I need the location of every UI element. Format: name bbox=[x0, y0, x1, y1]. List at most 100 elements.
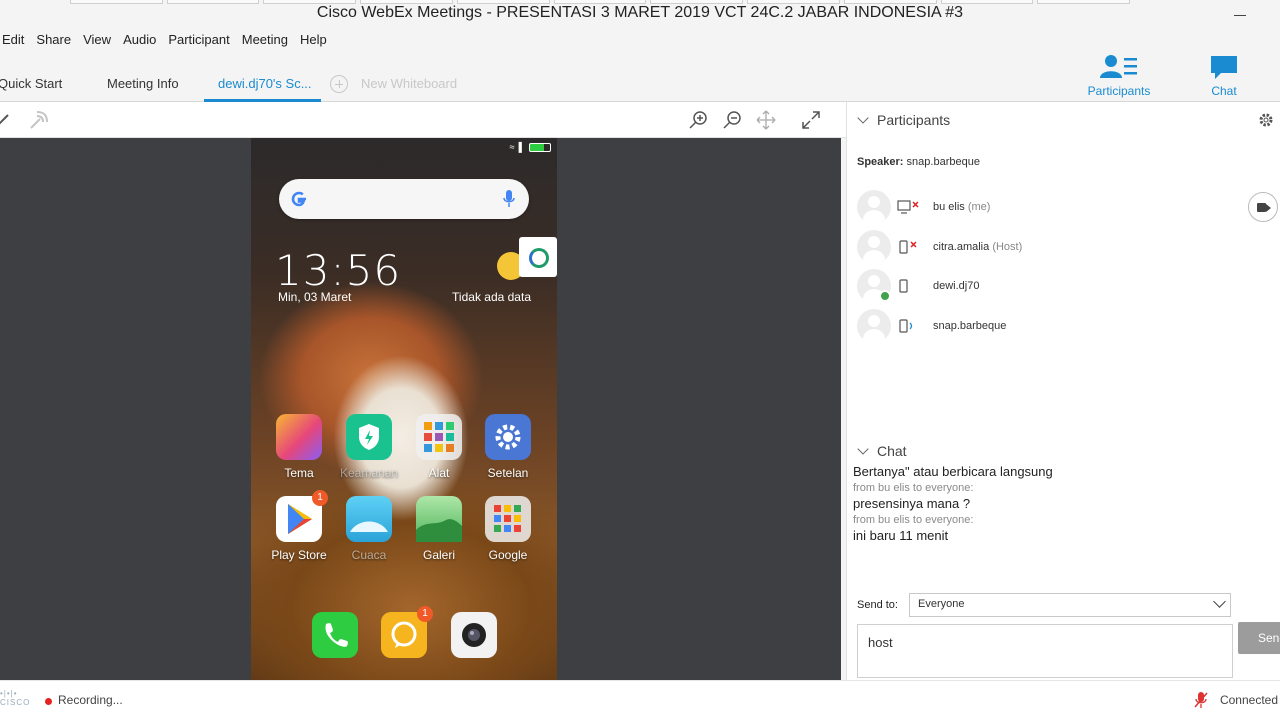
participant-row[interactable]: citra.amalia (Host) bbox=[857, 229, 1277, 270]
minimize-button[interactable] bbox=[1232, 6, 1248, 22]
participants-icon bbox=[1100, 55, 1137, 78]
fullscreen-icon[interactable] bbox=[800, 109, 822, 131]
status-bar: •|•|• CISCO Recording... Connected bbox=[0, 680, 1280, 720]
phone-dialer-icon[interactable] bbox=[312, 612, 358, 658]
chevron-down-icon bbox=[857, 443, 869, 455]
participants-header[interactable]: Participants bbox=[857, 112, 951, 128]
battery-icon bbox=[529, 142, 551, 152]
chat-panel-label: Chat bbox=[1211, 84, 1237, 98]
app-label-tema: Tema bbox=[284, 466, 314, 480]
presenter-status-icon bbox=[879, 290, 891, 302]
participant-name: bu elis (me) bbox=[933, 201, 991, 213]
computer-audio-muted-icon bbox=[897, 200, 919, 214]
wifi-icon: ≈ bbox=[509, 142, 515, 152]
phone-clock: 13:56 bbox=[275, 246, 402, 295]
play-store-badge: 1 bbox=[312, 490, 328, 506]
menu-edit[interactable]: Edit bbox=[0, 30, 30, 52]
avatar bbox=[857, 190, 891, 224]
messages-badge: 1 bbox=[417, 606, 433, 622]
video-camera-button[interactable] bbox=[1248, 192, 1278, 222]
speaker-label: Speaker: bbox=[857, 156, 904, 168]
google-search-bar[interactable] bbox=[279, 179, 529, 219]
phone-date: Min, 03 Maret bbox=[278, 290, 352, 304]
pan-move-icon[interactable] bbox=[755, 109, 777, 131]
participants-panel-label: Participants bbox=[1087, 84, 1151, 98]
chat-log[interactable]: Bertanya" atau berbicara langsung from b… bbox=[853, 464, 1253, 564]
webex-floating-icon[interactable] bbox=[519, 237, 557, 277]
gear-icon[interactable] bbox=[1258, 112, 1274, 128]
chat-header-label: Chat bbox=[877, 443, 907, 459]
cisco-logo-bars: •|•|• bbox=[0, 689, 18, 698]
chat-message: Bertanya" atau berbicara langsung bbox=[853, 464, 1053, 479]
send-button[interactable]: Send bbox=[1238, 622, 1280, 654]
tab-shared-screen[interactable]: dewi.dj70's Sc... bbox=[204, 76, 321, 102]
speaker-name: snap.barbeque bbox=[906, 156, 980, 168]
tools-app-icon[interactable] bbox=[416, 414, 462, 460]
participant-row[interactable]: dewi.dj70 bbox=[857, 269, 1277, 309]
tab-new-whiteboard[interactable]: New Whiteboard bbox=[361, 76, 457, 102]
menu-help[interactable]: Help bbox=[294, 30, 333, 52]
menu-view[interactable]: View bbox=[77, 30, 117, 52]
settings-app-icon[interactable] bbox=[485, 414, 531, 460]
signal-icon: ▌ bbox=[518, 142, 525, 152]
menu-bar: Edit Share View Audio Participant Meetin… bbox=[0, 30, 333, 52]
phone-speaking-icon bbox=[899, 318, 913, 333]
phone-status-bar: ≈ ▌ bbox=[510, 142, 551, 152]
remote-control-icon[interactable] bbox=[28, 109, 50, 131]
avatar bbox=[857, 229, 891, 264]
add-tab-icon[interactable] bbox=[330, 75, 348, 93]
phone-icon bbox=[899, 279, 908, 293]
chat-input[interactable]: host bbox=[857, 624, 1233, 678]
chat-message-meta: from bu elis to everyone: bbox=[853, 514, 974, 526]
participant-row[interactable]: snap.barbeque bbox=[857, 308, 1277, 349]
weather-app-icon[interactable] bbox=[346, 496, 392, 542]
participant-list: bu elis (me) citra.amalia (Host) dewi.dj… bbox=[857, 190, 1277, 348]
send-to-label: Send to: bbox=[857, 599, 898, 611]
theme-app-icon[interactable] bbox=[276, 414, 322, 460]
shared-phone-screen[interactable]: ≈ ▌ 13:56 Min, 03 Maret Tidak ada data T… bbox=[251, 138, 557, 680]
participant-row[interactable]: bu elis (me) bbox=[857, 190, 1277, 230]
send-to-value: Everyone bbox=[918, 598, 965, 610]
cisco-logo-text: CISCO bbox=[0, 698, 31, 707]
cisco-logo: •|•|• CISCO bbox=[0, 689, 30, 707]
zoom-in-icon[interactable] bbox=[688, 109, 710, 131]
app-label-setelan: Setelan bbox=[487, 466, 529, 480]
connection-status: Connected bbox=[1219, 693, 1278, 707]
avatar bbox=[857, 308, 891, 343]
menu-participant[interactable]: Participant bbox=[162, 30, 235, 52]
zoom-out-icon[interactable] bbox=[722, 109, 744, 131]
tabs-row: Quick Start Meeting Info dewi.dj70's Sc.… bbox=[0, 54, 1280, 102]
gallery-app-icon[interactable] bbox=[416, 496, 462, 542]
participants-header-label: Participants bbox=[877, 112, 951, 128]
recording-status[interactable]: Recording... bbox=[58, 693, 123, 707]
active-speaker: Speaker: snap.barbeque bbox=[857, 156, 980, 168]
google-g-icon bbox=[291, 191, 306, 207]
recording-indicator-icon bbox=[45, 698, 52, 705]
mic-muted-icon[interactable] bbox=[1194, 691, 1208, 709]
chat-icon bbox=[1211, 56, 1237, 79]
annotate-pen-icon[interactable] bbox=[0, 109, 16, 131]
send-to-select[interactable]: Everyone bbox=[909, 593, 1231, 617]
title-bar: Cisco WebEx Meetings - PRESENTASI 3 MARE… bbox=[0, 0, 1280, 30]
tab-meeting-info[interactable]: Meeting Info bbox=[107, 76, 179, 102]
camera-app-icon[interactable] bbox=[451, 612, 497, 658]
participant-name: snap.barbeque bbox=[933, 319, 1007, 332]
chat-message: presensinya mana ? bbox=[853, 496, 971, 511]
participants-panel-button[interactable]: Participants bbox=[1079, 54, 1159, 98]
tab-quick-start[interactable]: Quick Start bbox=[0, 76, 62, 102]
app-label-cuaca: Cuaca bbox=[351, 548, 387, 562]
google-folder-icon[interactable] bbox=[485, 496, 531, 542]
menu-audio[interactable]: Audio bbox=[117, 30, 162, 52]
menu-meeting[interactable]: Meeting bbox=[236, 30, 294, 52]
window-title: Cisco WebEx Meetings - PRESENTASI 3 MARE… bbox=[316, 4, 964, 21]
chat-header[interactable]: Chat bbox=[857, 443, 907, 459]
app-label-keamanan: Keamanan bbox=[339, 466, 399, 480]
mic-icon[interactable] bbox=[503, 189, 515, 209]
app-label-google: Google bbox=[488, 548, 528, 562]
shared-screen-area[interactable]: ≈ ▌ 13:56 Min, 03 Maret Tidak ada data T… bbox=[0, 138, 841, 680]
menu-share[interactable]: Share bbox=[30, 30, 77, 52]
phone-weather: Tidak ada data bbox=[452, 290, 531, 304]
chat-panel-button[interactable]: Chat bbox=[1184, 54, 1264, 98]
webex-window: Cisco WebEx Meetings - PRESENTASI 3 MARE… bbox=[0, 0, 1280, 720]
security-app-icon[interactable] bbox=[346, 414, 392, 460]
